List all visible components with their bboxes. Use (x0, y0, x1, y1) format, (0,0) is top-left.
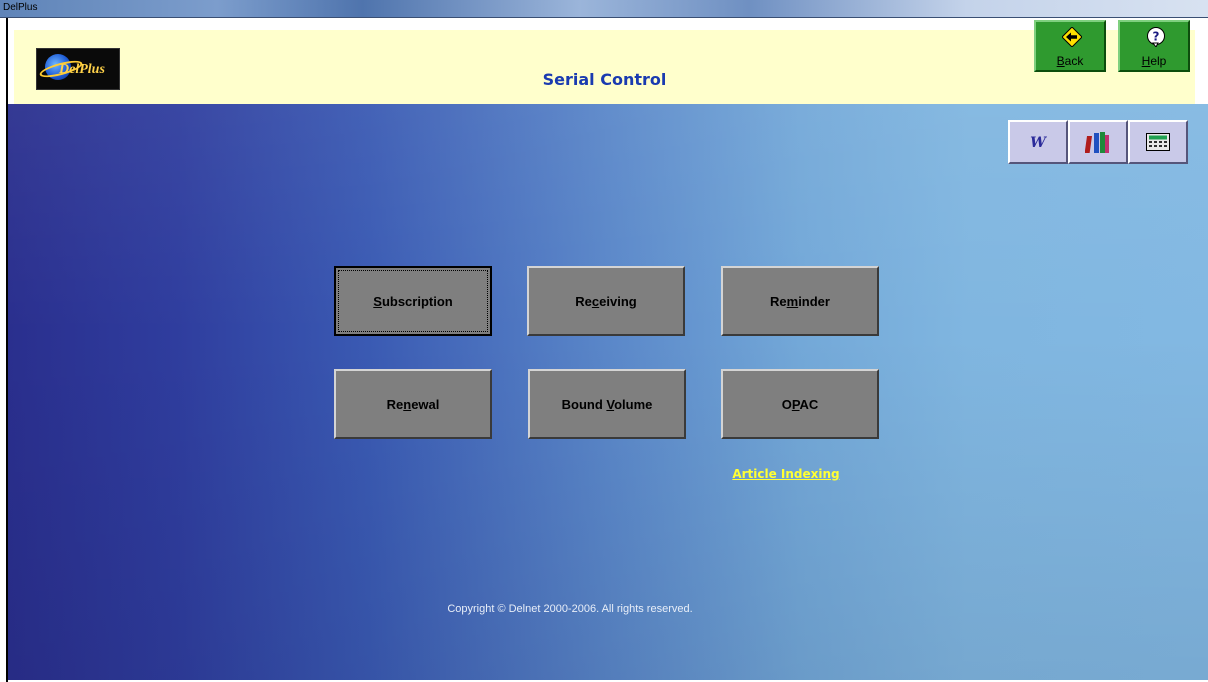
receiving-label: Receiving (575, 293, 637, 309)
bound-volume-button[interactable]: Bound Volume (528, 369, 686, 439)
opac-label: OPAC (781, 396, 819, 412)
subscription-label: Subscription (373, 293, 453, 309)
help-label: Help (1141, 54, 1167, 68)
help-button[interactable]: ? Help (1118, 20, 1190, 72)
help-icon: ? (1147, 27, 1165, 47)
window-title: DelPlus (3, 2, 38, 13)
calculator-icon (1146, 133, 1170, 151)
books-icon (1085, 132, 1109, 153)
word-icon: W (1030, 135, 1047, 151)
subscription-button[interactable]: Subscription (334, 266, 492, 336)
back-label: Back (1056, 54, 1084, 68)
back-arrow-icon (1062, 27, 1082, 47)
word-tool-button[interactable]: W (1008, 120, 1068, 164)
word-glyph: W (1030, 135, 1047, 151)
receiving-button[interactable]: Receiving (527, 266, 685, 336)
svg-text:?: ? (1153, 30, 1160, 44)
reminder-label: Reminder (770, 293, 830, 309)
window-titlebar: DelPlus (0, 0, 1208, 18)
opac-button[interactable]: OPAC (721, 369, 879, 439)
header-bar: DelPlus Serial Control (14, 30, 1195, 104)
renewal-button[interactable]: Renewal (334, 369, 492, 439)
reminder-button[interactable]: Reminder (721, 266, 879, 336)
back-button[interactable]: Back (1034, 20, 1106, 72)
calculator-tool-button[interactable] (1128, 120, 1188, 164)
copyright-text: Copyright © Delnet 2000-2006. All rights… (447, 603, 693, 615)
books-tool-button[interactable] (1068, 120, 1128, 164)
renewal-label: Renewal (386, 396, 440, 412)
bound-volume-label: Bound Volume (561, 396, 653, 412)
page-title: Serial Control (542, 70, 667, 89)
article-indexing-link[interactable]: Article Indexing (728, 467, 844, 481)
